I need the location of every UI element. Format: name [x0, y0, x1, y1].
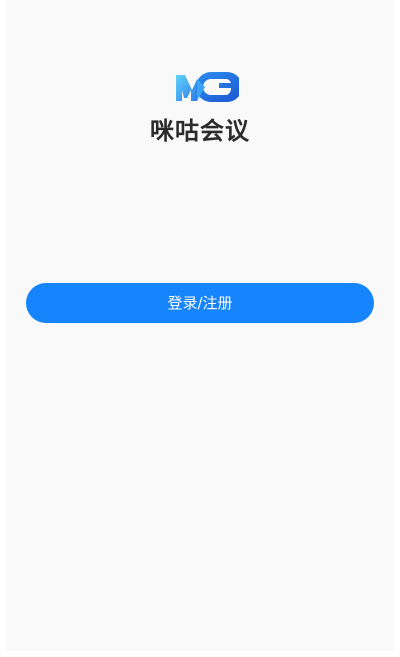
app-name: 咪咕会议	[150, 117, 250, 145]
login-register-button[interactable]: 登录/注册	[26, 283, 374, 323]
login-screen: 咪咕会议	[6, 0, 394, 651]
migu-logo-icon	[173, 68, 239, 106]
